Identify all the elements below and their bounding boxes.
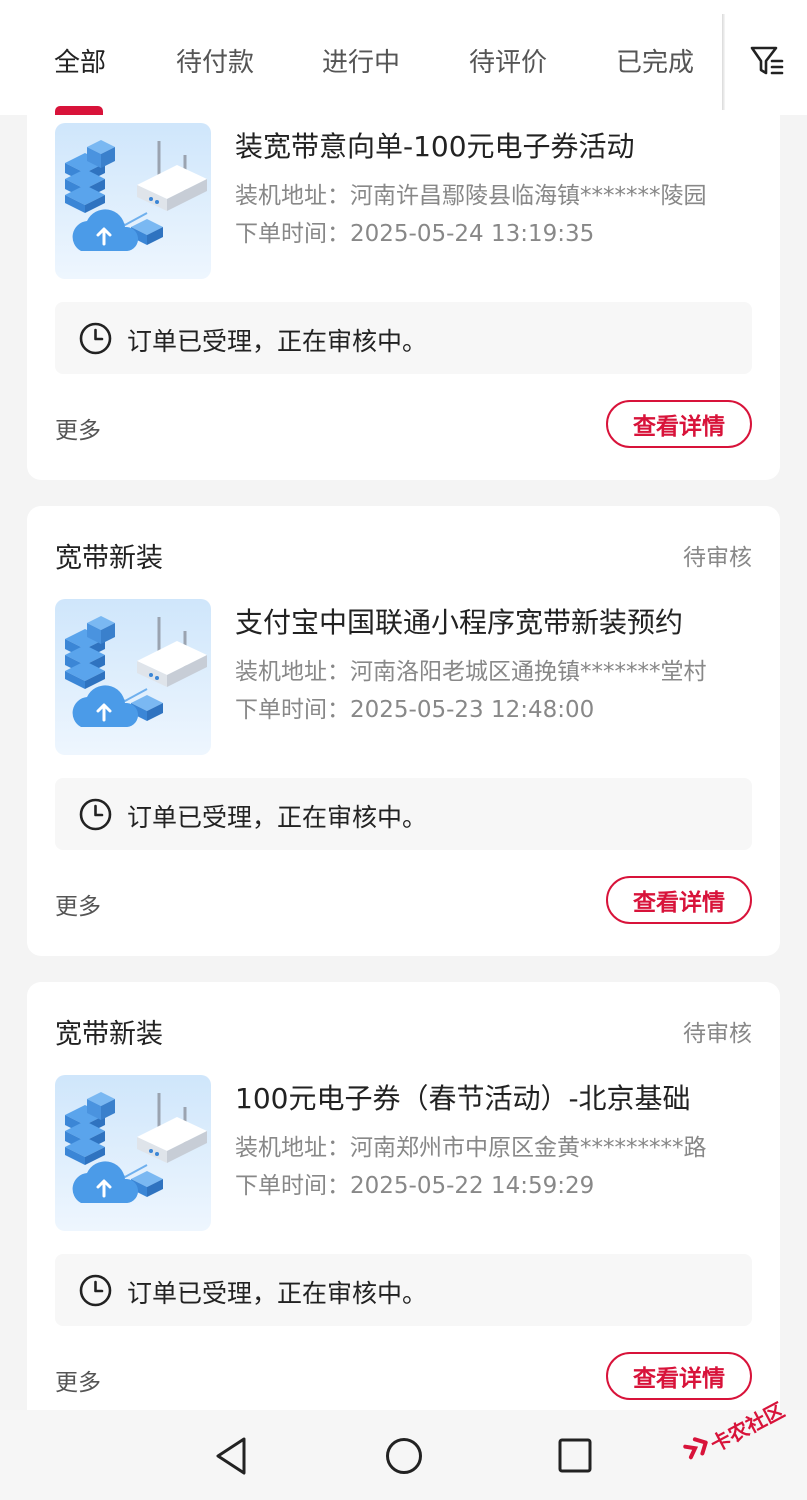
home-button[interactable] xyxy=(382,1434,426,1478)
order-card[interactable]: 宽带新装 待审核 100元电子券（春节活动）-北京基础 装机地址：河南郑州市中原… xyxy=(27,982,780,1432)
order-card[interactable]: 宽带新装 待审核 支付宝中国联通小程序宽带新装预约 装机地址：河南洛阳老城区通挽… xyxy=(27,506,780,956)
tab-all[interactable]: 全部 xyxy=(54,42,106,79)
product-title: 装宽带意向单-100元电子券活动 xyxy=(235,130,635,163)
broadband-thumbnail xyxy=(55,599,211,755)
order-tab-bar: 全部 待付款 进行中 待评价 已完成 xyxy=(0,0,807,115)
more-button[interactable]: 更多 xyxy=(55,411,101,445)
product-title: 100元电子券（春节活动）-北京基础 xyxy=(235,1082,691,1115)
back-button[interactable] xyxy=(210,1434,254,1478)
order-time: 下单时间：2025-05-23 12:48:00 xyxy=(235,697,595,723)
broadband-thumbnail xyxy=(55,1075,211,1231)
install-address: 装机地址：河南许昌鄢陵县临海镇*******陵园 xyxy=(235,183,707,209)
status-badge: 待审核 xyxy=(683,545,752,571)
notice-text: 订单已受理，正在审核中。 xyxy=(127,327,428,356)
broadband-thumbnail xyxy=(55,123,211,279)
order-time: 下单时间：2025-05-24 13:19:35 xyxy=(235,221,595,247)
install-address: 装机地址：河南郑州市中原区金黄*********路 xyxy=(235,1135,707,1161)
order-time: 下单时间：2025-05-22 14:59:29 xyxy=(235,1173,595,1199)
product-title: 支付宝中国联通小程序宽带新装预约 xyxy=(235,606,684,639)
install-address: 装机地址：河南洛阳老城区通挽镇*******堂村 xyxy=(235,659,707,685)
view-details-button[interactable]: 查看详情 xyxy=(606,876,752,924)
recents-square-icon xyxy=(558,1438,592,1473)
order-notice: 订单已受理，正在审核中。 xyxy=(55,778,752,850)
filter-icon xyxy=(750,46,784,75)
tab-pending-payment[interactable]: 待付款 xyxy=(176,42,254,79)
order-notice: 订单已受理，正在审核中。 xyxy=(55,302,752,374)
tab-completed[interactable]: 已完成 xyxy=(616,42,694,79)
view-details-button[interactable]: 查看详情 xyxy=(606,400,752,448)
clock-icon xyxy=(79,322,112,355)
more-button[interactable]: 更多 xyxy=(55,887,101,921)
tab-pending-review[interactable]: 待评价 xyxy=(469,42,547,79)
tab-in-progress[interactable]: 进行中 xyxy=(322,42,400,79)
more-button[interactable]: 更多 xyxy=(55,1363,101,1397)
order-type: 宽带新装 xyxy=(55,543,163,574)
order-card[interactable]: 装宽带意向单-100元电子券活动 装机地址：河南许昌鄢陵县临海镇*******陵… xyxy=(27,80,780,480)
order-type: 宽带新装 xyxy=(55,1019,163,1050)
status-badge: 待审核 xyxy=(683,1021,752,1047)
tabs-divider xyxy=(722,14,725,110)
order-notice: 订单已受理，正在审核中。 xyxy=(55,1254,752,1326)
filter-button[interactable] xyxy=(748,40,788,80)
home-circle-icon xyxy=(386,1438,422,1474)
back-triangle-icon xyxy=(216,1437,246,1475)
view-details-button[interactable]: 查看详情 xyxy=(606,1352,752,1400)
active-tab-indicator xyxy=(55,106,103,115)
clock-icon xyxy=(79,798,112,831)
notice-text: 订单已受理，正在审核中。 xyxy=(127,803,428,832)
system-navigation-bar xyxy=(0,1410,807,1500)
recents-button[interactable] xyxy=(553,1434,597,1478)
clock-icon xyxy=(79,1274,112,1307)
notice-text: 订单已受理，正在审核中。 xyxy=(127,1279,428,1308)
